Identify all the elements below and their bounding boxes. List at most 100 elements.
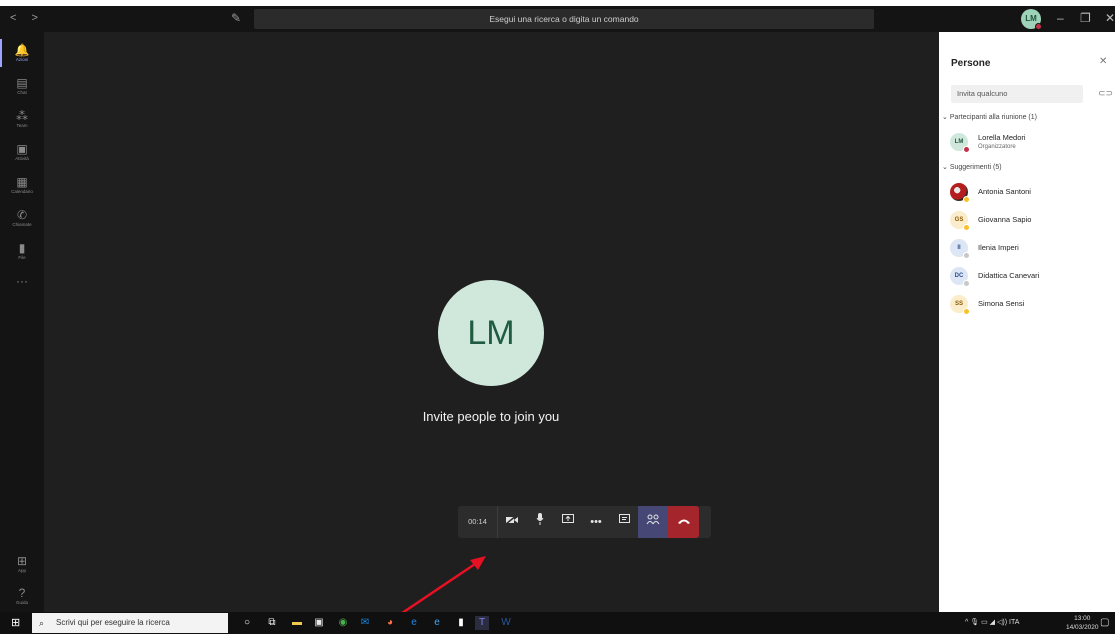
avatar (950, 183, 970, 203)
phone-icon: ✆ (16, 208, 28, 222)
nav-arrows: < > (10, 12, 44, 24)
call-timer: 00:14 (458, 506, 498, 538)
rail-label: Team (16, 123, 28, 128)
avatar-initials: II (957, 245, 961, 251)
rail-label: Chat (17, 90, 27, 95)
suggestion-name: Ilenia Imperi (978, 243, 1019, 252)
clock[interactable]: 13:00 14/03/2020 (1066, 614, 1099, 632)
more-icon: ··· (16, 274, 28, 288)
rail-label: Attività (15, 156, 29, 161)
search-icon: ⌕ (39, 618, 45, 628)
suggestions-section-header[interactable]: ⌄ Suggerimenti (5) (942, 163, 1002, 171)
presence-away-icon (963, 224, 970, 231)
chat-icon: ▤ (16, 76, 28, 90)
people-panel: Persone ✕ Invita qualcuno ⊂⊃ ⌄ Partecipa… (939, 32, 1115, 612)
rail-item-attivita[interactable]: ▣ Attività (0, 136, 44, 168)
chevron-down-icon: ⌄ (942, 114, 948, 121)
presence-offline-icon (963, 252, 970, 259)
taskbar-search-input[interactable]: ⌕ Scrivi qui per eseguire la ricerca (32, 613, 228, 633)
invite-someone-input[interactable]: Invita qualcuno (951, 85, 1083, 103)
share-screen-icon[interactable] (554, 506, 582, 538)
presence-busy-icon (1035, 23, 1042, 30)
suggestion-item[interactable]: Antonia Santoni (950, 183, 1110, 205)
participants-section-header[interactable]: ⌄ Partecipanti alla riunione (1) (942, 113, 1037, 121)
chrome-icon[interactable]: ◉ (336, 616, 350, 630)
close-icon[interactable]: ✕ (1099, 56, 1107, 67)
suggestions-header-label: Suggerimenti (5) (949, 164, 1002, 171)
new-chat-icon[interactable]: ✎ (231, 11, 241, 25)
maximize-button[interactable]: ❐ (1080, 11, 1091, 25)
assignments-icon: ▣ (16, 142, 28, 156)
rail-item-chiamate[interactable]: ✆ Chiamate (0, 202, 44, 234)
rail-item-file[interactable]: ▮ File (0, 235, 44, 267)
more-actions-icon[interactable]: ••• (582, 506, 610, 538)
clock-time: 13:00 (1074, 615, 1091, 622)
calendar-icon: ▦ (16, 175, 28, 189)
cortana-icon[interactable]: ○ (240, 616, 254, 630)
apps-icon: ⊞ (16, 554, 28, 568)
command-search-bar[interactable]: Esegui una ricerca o digita un comando (254, 9, 874, 29)
avatar: GS (950, 211, 970, 231)
call-control-bar: 00:14 ••• (458, 506, 711, 538)
rail-label: File (18, 255, 26, 260)
conversation-icon[interactable] (610, 506, 638, 538)
rail-label: Chiamate (12, 222, 32, 227)
help-icon: ? (18, 586, 26, 600)
store-icon[interactable]: ▣ (312, 616, 326, 630)
suggestion-name: Simona Sensi (978, 299, 1025, 308)
avatar-initials: DC (954, 273, 964, 279)
microphone-icon[interactable] (526, 506, 554, 538)
suggestion-item[interactable]: DC Didattica Canevari (950, 267, 1110, 289)
rail-item-team[interactable]: ⁂ Team (0, 103, 44, 135)
camera-off-icon[interactable] (498, 506, 526, 538)
network-icon: ▭ (981, 619, 988, 626)
panel-title: Persone (951, 58, 991, 69)
rail-label: Calendario (11, 189, 33, 194)
avatar: SS (950, 295, 970, 315)
minimize-button[interactable]: – (1057, 11, 1064, 25)
suggestion-item[interactable]: GS Giovanna Sapio (950, 211, 1110, 233)
teams-icon[interactable]: T (475, 616, 489, 630)
task-view-icon[interactable]: ⧉ (265, 616, 279, 630)
forward-icon[interactable]: > (32, 12, 44, 24)
hang-up-icon[interactable] (668, 506, 699, 538)
bell-icon: 🔔 (14, 43, 30, 57)
close-window-button[interactable]: ✕ (1105, 11, 1115, 25)
participant-item[interactable]: LM Lorella Medori Organizzatore (950, 133, 1110, 155)
app-rail: 🔔 Azioni ▤ Chat ⁂ Team ▣ Attività ▦ Cale… (0, 32, 44, 612)
windows-taskbar: ⊞ ⌕ Scrivi qui per eseguire la ricerca ○… (0, 612, 1115, 634)
rail-more-button[interactable]: ··· (0, 268, 44, 300)
firefox-icon[interactable]: ◕ (383, 616, 397, 630)
presence-busy-icon (963, 146, 970, 153)
word-icon[interactable]: W (499, 616, 513, 630)
profile-avatar[interactable]: LM (1021, 9, 1042, 30)
language-indicator: ITA (1009, 619, 1020, 626)
rail-item-chat[interactable]: ▤ Chat (0, 70, 44, 102)
rail-item-calendario[interactable]: ▦ Calendario (0, 169, 44, 201)
wifi-icon: ◢ (989, 619, 996, 626)
internet-explorer-icon[interactable]: e (430, 616, 444, 630)
avatar: II (950, 239, 970, 259)
rail-label: Azioni (15, 57, 29, 62)
microphone-icon: 🎙 (970, 619, 980, 626)
invite-prompt: Invite people to join you (422, 409, 560, 424)
volume-icon: ◁)) (997, 619, 1008, 626)
notepad-icon[interactable]: ▮ (454, 616, 468, 630)
mail-icon[interactable]: ✉ (358, 616, 372, 630)
suggestion-name: Giovanna Sapio (978, 215, 1032, 224)
rail-item-help[interactable]: ? Guida (0, 580, 44, 612)
file-explorer-icon[interactable]: ▬ (290, 616, 304, 630)
show-participants-icon[interactable] (638, 506, 668, 538)
suggestion-item[interactable]: II Ilenia Imperi (950, 239, 1110, 261)
rail-item-apps[interactable]: ⊞ App (0, 548, 44, 580)
taskbar-search-placeholder: Scrivi qui per eseguire la ricerca (56, 618, 170, 627)
back-icon[interactable]: < (10, 12, 22, 24)
suggestion-item[interactable]: SS Simona Sensi (950, 295, 1110, 317)
windows-start-icon[interactable]: ⊞ (11, 616, 20, 629)
edge-icon[interactable]: e (407, 616, 421, 630)
avatar: LM (950, 133, 970, 153)
notifications-icon[interactable]: ▢ (1100, 617, 1109, 628)
rail-item-azioni[interactable]: 🔔 Azioni (0, 37, 44, 69)
link-icon[interactable]: ⊂⊃ (1098, 88, 1113, 99)
system-tray[interactable]: ^ 🎙 ▭ ◢ ◁)) ITA (965, 618, 1019, 626)
